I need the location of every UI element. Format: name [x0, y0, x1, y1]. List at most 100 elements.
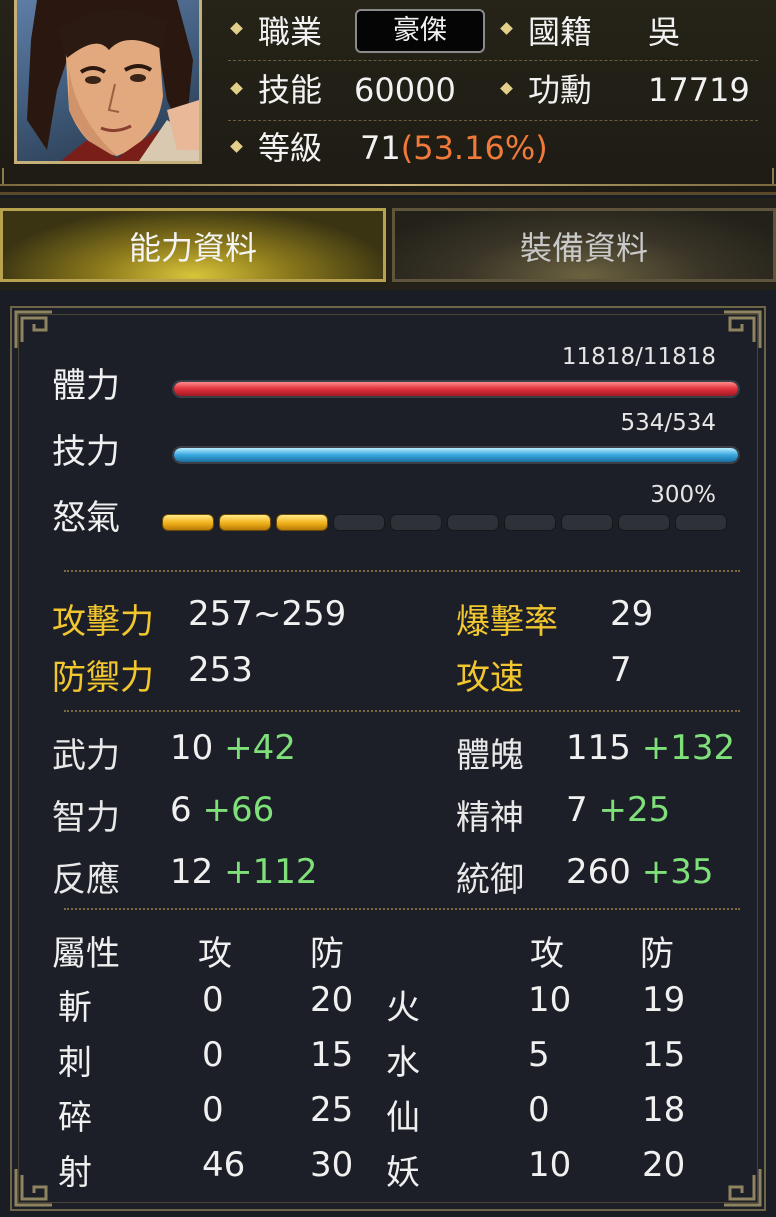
tab-equipment-info[interactable]: 裝備資料: [392, 208, 776, 282]
element-cell-n2: 火: [386, 988, 420, 1028]
hp-label: 體力: [52, 366, 120, 406]
rage-segment: [333, 514, 385, 531]
info-row-level: 等級 71(53.16%): [228, 124, 758, 180]
level-value: 71: [360, 129, 401, 167]
element-header-atk: 攻: [198, 934, 232, 974]
skill-value: 60000: [354, 71, 456, 109]
hp-bar-fill: [174, 382, 738, 396]
attr-value-con: 115 +132: [566, 728, 735, 768]
tab-bar: 能力資料 裝備資料: [0, 198, 776, 290]
character-header: 職業 國籍 吳 豪傑 技能 60000 功勳 17719 等級 71(53.16…: [0, 0, 776, 195]
bullet-icon: [230, 140, 243, 153]
skill-label: 技能: [258, 71, 323, 109]
job-badge: 豪傑: [355, 9, 485, 53]
divider: [64, 570, 740, 572]
merit-value: 17719: [648, 71, 750, 109]
defense-value: 253: [188, 650, 253, 690]
element-cell-d2: 20: [642, 1145, 686, 1185]
attr-bonus: +66: [202, 790, 275, 830]
mp-value: 534/534: [620, 410, 716, 436]
rage-segment: [162, 514, 214, 531]
element-cell-d1: 30: [310, 1145, 354, 1185]
job-label: 職業: [258, 13, 323, 51]
rage-segment: [618, 514, 670, 531]
fret-ornament-icon: [724, 1169, 762, 1207]
element-cell-a1: 0: [202, 1035, 224, 1075]
attr-value-ref: 12 +112: [170, 852, 317, 892]
element-cell-a2: 0: [528, 1090, 550, 1130]
rage-segment: [504, 514, 556, 531]
rage-bar: [162, 514, 730, 532]
divider: [64, 908, 740, 910]
element-cell-a1: 46: [202, 1145, 246, 1185]
crit-label: 爆擊率: [456, 602, 558, 642]
speed-value: 7: [610, 650, 632, 690]
attr-bonus: +42: [224, 728, 296, 768]
mp-bar: [172, 446, 740, 464]
element-cell-a1: 0: [202, 980, 224, 1020]
element-cell-d1: 15: [310, 1035, 354, 1075]
bullet-icon: [500, 82, 513, 95]
attr-value-str: 10 +42: [170, 728, 296, 768]
element-cell-n1: 碎: [58, 1098, 92, 1138]
element-header-attr: 屬性: [52, 934, 120, 974]
info-row-job: 職業 國籍 吳: [228, 4, 758, 61]
rage-segment: [561, 514, 613, 531]
attr-label-int: 智力: [52, 798, 120, 838]
attr-base: 7: [566, 790, 588, 830]
attr-value-lead: 260 +35: [566, 852, 713, 892]
nation-value: 吳: [648, 13, 681, 51]
merit-label: 功勳: [528, 71, 593, 109]
attr-bonus: +112: [224, 852, 318, 892]
defense-label: 防禦力: [52, 658, 154, 698]
attr-label-ref: 反應: [52, 860, 120, 900]
element-cell-d1: 25: [310, 1090, 354, 1130]
level-label: 等級: [258, 129, 323, 167]
attr-bonus: +132: [641, 728, 736, 768]
level-value-group: 71(53.16%): [360, 128, 548, 168]
level-percent: (53.16%): [400, 129, 548, 167]
speed-label: 攻速: [456, 658, 524, 698]
element-cell-d2: 19: [642, 980, 686, 1020]
hp-value: 11818/11818: [561, 344, 716, 370]
element-cell-n1: 射: [58, 1153, 92, 1193]
element-cell-a1: 0: [202, 1090, 224, 1130]
element-cell-n2: 水: [386, 1043, 420, 1083]
tab-ability-info[interactable]: 能力資料: [0, 208, 386, 282]
bullet-icon: [500, 22, 513, 35]
element-cell-n1: 斬: [58, 988, 92, 1028]
attr-label-spi: 精神: [456, 798, 524, 838]
attack-value: 257~259: [188, 594, 347, 634]
character-portrait: [14, 0, 202, 164]
corner-ornament: [756, 168, 774, 186]
attr-base: 260: [566, 852, 631, 892]
attr-base: 115: [566, 728, 631, 768]
element-cell-a2: 10: [528, 980, 572, 1020]
element-cell-d2: 18: [642, 1090, 686, 1130]
fret-ornament-icon: [14, 310, 52, 348]
portrait-image: [27, 0, 199, 161]
rage-segment: [675, 514, 727, 531]
attr-label-con: 體魄: [456, 736, 524, 776]
divider: [64, 710, 740, 712]
attr-base: 6: [170, 790, 192, 830]
info-row-skill: 技能 60000 功勳 17719: [228, 64, 758, 121]
attr-label-str: 武力: [52, 736, 120, 776]
attr-bonus: +35: [641, 852, 714, 892]
ability-panel: 體力 11818/11818 技力 534/534 怒氣 300% 攻擊力 25…: [10, 306, 766, 1211]
attr-base: 12: [170, 852, 214, 892]
rage-label: 怒氣: [52, 498, 120, 538]
element-header-def: 防: [310, 934, 344, 974]
element-header-atk2: 攻: [530, 934, 564, 974]
attr-bonus: +25: [598, 790, 671, 830]
crit-value: 29: [610, 594, 654, 634]
element-cell-d1: 20: [310, 980, 354, 1020]
rage-segment: [219, 514, 271, 531]
attr-value-spi: 7 +25: [566, 790, 670, 830]
element-cell-n1: 刺: [58, 1043, 92, 1083]
attack-label: 攻擊力: [52, 602, 154, 642]
element-header-def2: 防: [640, 934, 674, 974]
fret-ornament-icon: [724, 310, 762, 348]
rage-value: 300%: [650, 482, 716, 508]
element-cell-n2: 妖: [386, 1153, 420, 1193]
